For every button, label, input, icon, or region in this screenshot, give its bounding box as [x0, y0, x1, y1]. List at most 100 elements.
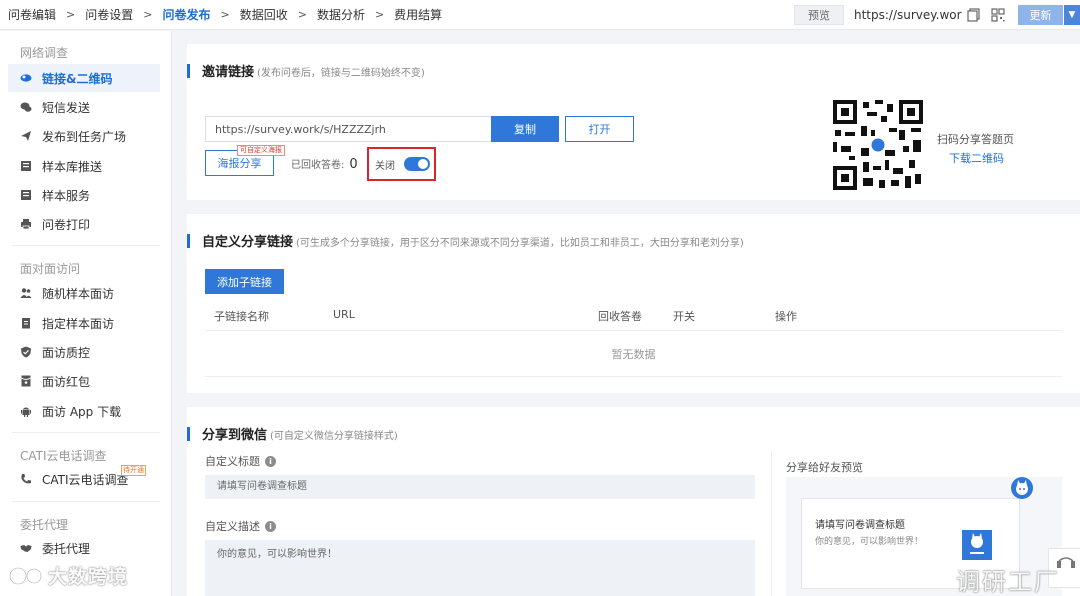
avatar — [1011, 477, 1033, 499]
title-accent-bar — [187, 426, 190, 441]
qrcode-icon[interactable] — [991, 8, 1005, 22]
sidebar-item-label: 委托代理 — [42, 541, 91, 556]
sidebar-item-label: 随机样本面访 — [42, 286, 115, 301]
sms-icon — [20, 101, 32, 113]
title-accent-bar — [187, 233, 190, 248]
sidebar-item-app-download[interactable]: 面访 App 下载 — [8, 397, 160, 425]
sublink-table-header: 子链接名称 URL 回收答卷 开关 操作 — [205, 301, 1062, 331]
wechat-title: 分享到微信 (可自定义微信分享链接样式) — [187, 424, 398, 443]
sidebar-item-random-interview[interactable]: 随机样本面访 — [8, 279, 160, 307]
sidebar-item-label: 面访 App 下载 — [42, 404, 122, 419]
sidebar-item-label: 链接&二维码 — [42, 71, 113, 86]
sidebar-item-label: 指定样本面访 — [42, 316, 115, 331]
step-settings[interactable]: 问卷设置 — [85, 6, 133, 23]
survey-link-input[interactable]: https://survey.work/s/HZZZZjrh — [205, 116, 491, 142]
sidebar-item-label: 发布到任务广场 — [42, 129, 127, 144]
column-name: 子链接名称 — [214, 310, 269, 323]
sidebar-item-print[interactable]: 问卷打印 — [8, 210, 160, 238]
section-title-cati: CATI云电话调查 — [20, 449, 107, 463]
people-icon — [20, 287, 32, 299]
chevron-right-icon: > — [66, 8, 76, 21]
sample-library-icon — [20, 160, 32, 172]
column-actions: 操作 — [775, 310, 797, 323]
sidebar-item-sms[interactable]: 短信发送 — [8, 93, 160, 121]
watermark-left: 大数跨境 — [8, 562, 128, 589]
custom-links-title-text: 自定义分享链接 — [202, 235, 294, 250]
top-bar: 问卷编辑 > 问卷设置 > 问卷发布 > 数据回收 > 数据分析 > 费用结算 … — [0, 0, 1080, 30]
red-packet-icon — [20, 375, 32, 387]
sidebar-item-label: 样本服务 — [42, 188, 91, 203]
sidebar-item-label: 短信发送 — [42, 100, 91, 115]
preview-button[interactable]: 预览 — [794, 5, 844, 25]
invite-title: 邀请链接 (发布问卷后，链接与二维码始终不变) — [187, 61, 425, 80]
collected-label: 已回收答卷: — [291, 160, 345, 171]
qrcode-caption: 扫码分享答题页 — [937, 133, 1014, 146]
sidebar-item-sample-push[interactable]: 样本库推送 — [8, 152, 160, 180]
chevron-right-icon: > — [143, 8, 153, 21]
clipboard-icon — [20, 317, 32, 329]
sidebar-item-label: 问卷打印 — [42, 217, 91, 232]
step-breadcrumb: 问卷编辑 > 问卷设置 > 问卷发布 > 数据回收 > 数据分析 > 费用结算 — [0, 6, 442, 23]
copy-icon[interactable] — [967, 8, 981, 22]
sidebar-item-label: 样本库推送 — [42, 159, 103, 174]
handshake-icon — [20, 542, 32, 554]
qrcode-image — [833, 100, 923, 190]
add-sublink-button[interactable]: 添加子链接 — [205, 269, 284, 294]
column-responses: 回收答卷 — [598, 310, 642, 323]
invite-title-text: 邀请链接 — [202, 65, 255, 80]
sample-service-icon — [20, 189, 32, 201]
sidebar: 网络调查 链接&二维码 短信发送 发布到任务广场 样本库推送 样本服务 问卷打印… — [0, 31, 172, 596]
sidebar-divider — [12, 245, 160, 246]
chevron-right-icon: > — [374, 8, 385, 21]
sidebar-item-quality-control[interactable]: 面访质控 — [8, 338, 160, 366]
share-preview-label: 分享给好友预览 — [786, 461, 863, 474]
custom-desc-textarea[interactable]: 你的意见，可以影响世界！ — [205, 540, 755, 596]
sidebar-item-red-packet[interactable]: 面访红包 — [8, 367, 160, 395]
sidebar-item-cati[interactable]: CATI云电话调查 待开通 — [8, 465, 160, 493]
collected-responses: 已回收答卷: 0 — [291, 156, 358, 172]
wechat-title-text: 分享到微信 — [202, 428, 268, 443]
custom-links-subtitle: (可生成多个分享链接，用于区分不同来源或不同分享渠道，比如员工和非员工，大田分享… — [296, 238, 744, 249]
collection-toggle-box: 关闭 — [367, 147, 436, 181]
sidebar-item-agency[interactable]: 委托代理 — [8, 534, 160, 562]
sidebar-item-specified-interview[interactable]: 指定样本面访 — [8, 309, 160, 337]
toggle-label: 关闭 — [375, 160, 395, 172]
step-billing[interactable]: 费用结算 — [394, 6, 442, 23]
title-accent-bar — [187, 63, 190, 78]
copy-button[interactable]: 复制 — [491, 116, 559, 142]
section-title-agency: 委托代理 — [20, 518, 69, 532]
update-button[interactable]: 更新 — [1018, 5, 1063, 25]
invite-link-card: 邀请链接 (发布问卷后，链接与二维码始终不变) https://survey.w… — [187, 44, 1080, 200]
download-qrcode-link[interactable]: 下载二维码 — [949, 150, 1004, 166]
info-icon[interactable]: i — [265, 455, 276, 467]
watermark-logo-icon — [8, 566, 43, 585]
custom-title-label: 自定义标题 i — [205, 453, 276, 469]
chevron-right-icon: > — [297, 8, 307, 21]
step-analysis[interactable]: 数据分析 — [317, 6, 365, 23]
open-button[interactable]: 打开 — [565, 116, 634, 142]
step-publish[interactable]: 问卷发布 — [162, 6, 210, 23]
pending-badge: 待开通 — [121, 465, 146, 476]
sidebar-item-link-qrcode[interactable]: 链接&二维码 — [8, 64, 160, 92]
custom-title-label-text: 自定义标题 — [205, 455, 260, 468]
custom-links-card: 自定义分享链接 (可生成多个分享链接，用于区分不同来源或不同分享渠道，比如员工和… — [187, 214, 1080, 393]
sidebar-item-task-square[interactable]: 发布到任务广场 — [8, 122, 160, 150]
collection-toggle-switch[interactable] — [404, 157, 430, 171]
custom-title-input[interactable]: 请填写问卷调查标题 — [205, 475, 755, 499]
top-actions: 预览 https://survey.work/s/ 更新 ▼ — [794, 0, 1080, 30]
step-collection[interactable]: 数据回收 — [240, 6, 288, 23]
custom-poster-tag: 可自定义海报 — [237, 145, 285, 156]
sidebar-item-sample-service[interactable]: 样本服务 — [8, 181, 160, 209]
custom-desc-label: 自定义描述 i — [205, 518, 276, 534]
chevron-down-icon[interactable]: ▼ — [1064, 5, 1080, 25]
collected-count: 0 — [349, 157, 358, 172]
phone-icon — [20, 473, 32, 485]
sidebar-divider — [12, 501, 160, 502]
step-edit[interactable]: 问卷编辑 — [8, 6, 56, 23]
watermark-right: 调研工厂 — [956, 568, 1060, 596]
info-icon[interactable]: i — [265, 520, 276, 532]
android-icon — [20, 405, 32, 417]
custom-desc-label-text: 自定义描述 — [205, 520, 260, 533]
sidebar-divider — [12, 432, 160, 433]
sidebar-item-label: CATI云电话调查 — [42, 472, 129, 487]
